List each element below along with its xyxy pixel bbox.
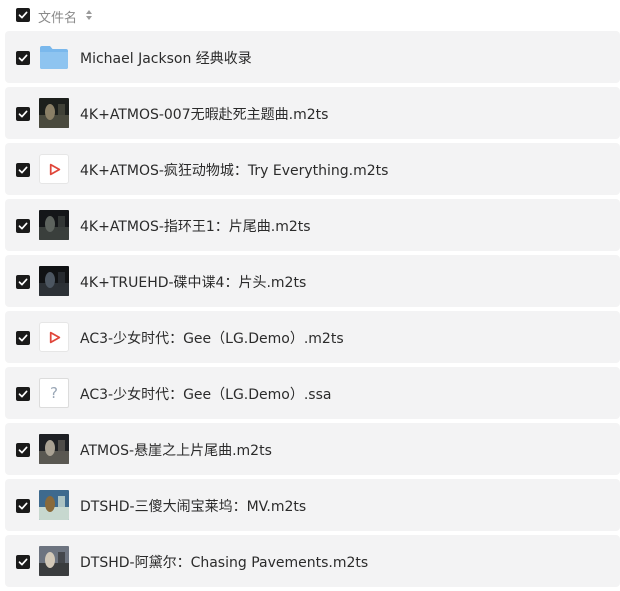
row-checkbox[interactable] — [16, 107, 30, 121]
file-list-header: 文件名 — [0, 0, 620, 30]
file-row[interactable]: 4K+TRUEHD-碟中谍4：片头.m2ts — [5, 255, 620, 307]
row-checkbox[interactable] — [16, 51, 30, 65]
column-header-filename[interactable]: 文件名 — [38, 7, 77, 26]
video-thumbnail — [39, 434, 69, 464]
file-row[interactable]: 4K+ATMOS-疯狂动物城：Try Everything.m2ts — [5, 143, 620, 195]
file-list: Michael Jackson 经典收录 4K+ATMOS-007无暇赴死主题曲… — [5, 31, 620, 591]
file-row[interactable]: ? AC3-少女时代：Gee（LG.Demo）.ssa — [5, 367, 620, 419]
check-icon — [18, 446, 28, 454]
sort-updown-icon[interactable] — [85, 9, 93, 21]
file-name[interactable]: 4K+ATMOS-007无暇赴死主题曲.m2ts — [80, 104, 328, 124]
file-row[interactable]: AC3-少女时代：Gee（LG.Demo）.m2ts — [5, 311, 620, 363]
file-name[interactable]: 4K+TRUEHD-碟中谍4：片头.m2ts — [80, 272, 306, 292]
row-checkbox[interactable] — [16, 331, 30, 345]
file-row[interactable]: DTSHD-三傻大闹宝莱坞：MV.m2ts — [5, 479, 620, 531]
file-row[interactable]: 4K+ATMOS-007无暇赴死主题曲.m2ts — [5, 87, 620, 139]
check-icon — [18, 278, 28, 286]
check-icon — [18, 390, 28, 398]
file-name[interactable]: 4K+ATMOS-疯狂动物城：Try Everything.m2ts — [80, 160, 388, 180]
play-triangle — [49, 331, 60, 343]
video-thumbnail — [39, 546, 69, 576]
video-thumbnail — [39, 210, 69, 240]
row-checkbox[interactable] — [16, 499, 30, 513]
video-thumbnail — [39, 266, 69, 296]
row-checkbox[interactable] — [16, 163, 30, 177]
file-name[interactable]: DTSHD-三傻大闹宝莱坞：MV.m2ts — [80, 496, 306, 516]
check-icon — [18, 558, 28, 566]
row-checkbox[interactable] — [16, 555, 30, 569]
check-icon — [18, 222, 28, 230]
file-name[interactable]: AC3-少女时代：Gee（LG.Demo）.ssa — [80, 384, 331, 404]
file-name[interactable]: DTSHD-阿黛尔：Chasing Pavements.m2ts — [80, 552, 368, 572]
check-icon — [18, 110, 28, 118]
file-row[interactable]: 4K+ATMOS-指环王1：片尾曲.m2ts — [5, 199, 620, 251]
play-icon — [39, 154, 69, 184]
file-name[interactable]: 4K+ATMOS-指环王1：片尾曲.m2ts — [80, 216, 311, 236]
video-thumbnail — [39, 98, 69, 128]
file-name[interactable]: Michael Jackson 经典收录 — [80, 48, 252, 68]
row-checkbox[interactable] — [16, 387, 30, 401]
row-checkbox[interactable] — [16, 275, 30, 289]
check-icon — [18, 334, 28, 342]
unknown-file-icon: ? — [39, 378, 69, 408]
video-thumbnail — [39, 490, 69, 520]
check-icon — [18, 11, 28, 19]
play-triangle — [49, 163, 60, 175]
folder-icon — [39, 42, 69, 72]
check-icon — [18, 166, 28, 174]
file-row[interactable]: DTSHD-阿黛尔：Chasing Pavements.m2ts — [5, 535, 620, 587]
check-icon — [18, 502, 28, 510]
file-row[interactable]: ATMOS-悬崖之上片尾曲.m2ts — [5, 423, 620, 475]
play-icon — [39, 322, 69, 352]
check-icon — [18, 54, 28, 62]
row-checkbox[interactable] — [16, 443, 30, 457]
select-all-checkbox[interactable] — [16, 8, 30, 22]
row-checkbox[interactable] — [16, 219, 30, 233]
file-name[interactable]: AC3-少女时代：Gee（LG.Demo）.m2ts — [80, 328, 344, 348]
file-row[interactable]: Michael Jackson 经典收录 — [5, 31, 620, 83]
file-name[interactable]: ATMOS-悬崖之上片尾曲.m2ts — [80, 440, 272, 460]
